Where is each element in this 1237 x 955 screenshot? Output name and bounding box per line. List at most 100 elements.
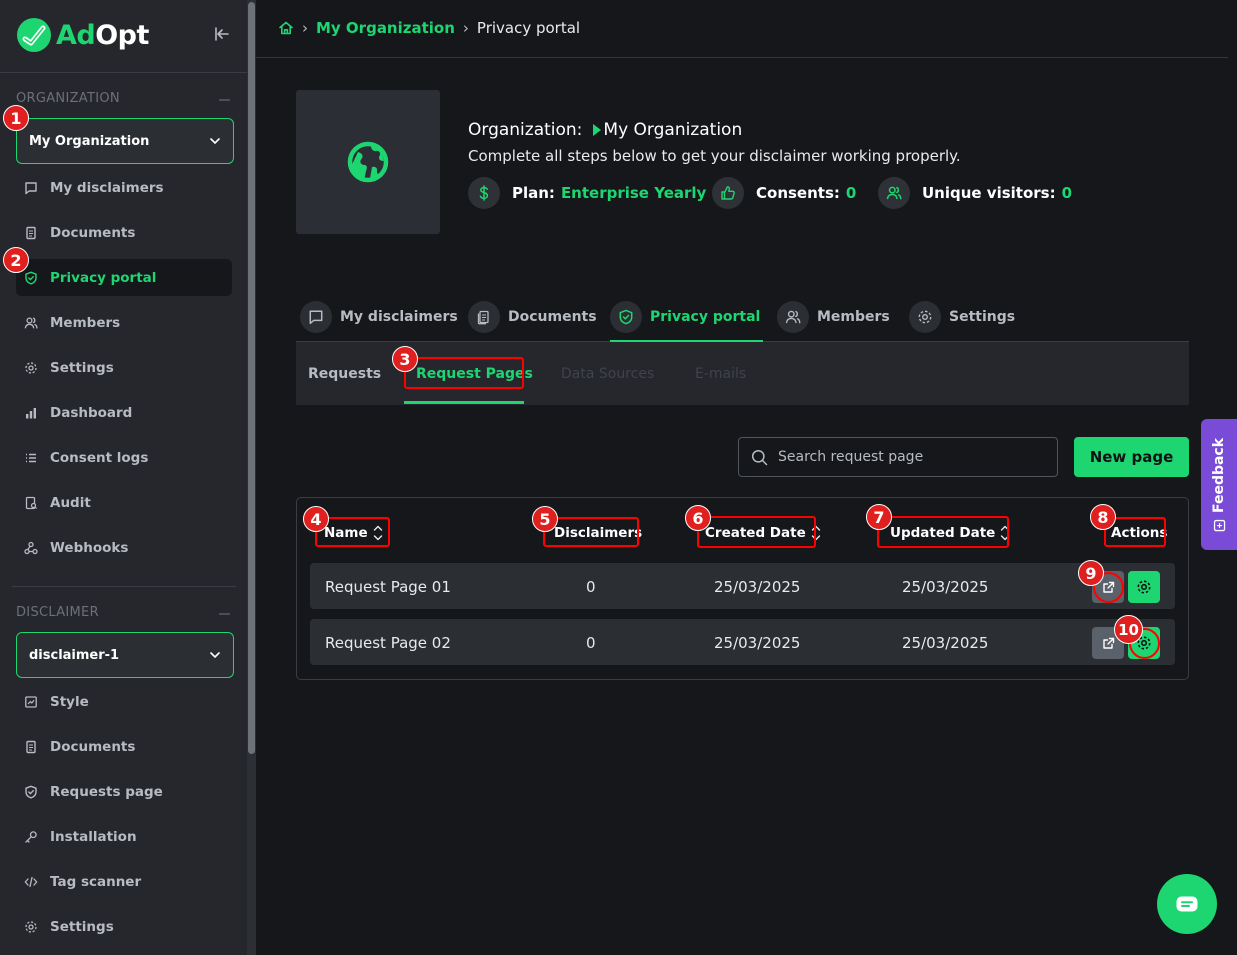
- disclaimer-select[interactable]: disclaimer-1: [16, 632, 234, 678]
- feedback-icon: [1213, 519, 1225, 531]
- sidebar-item-privacy-portal[interactable]: Privacy portal: [16, 259, 232, 296]
- row-disclaimers: 0: [586, 634, 596, 652]
- visitors-stat: Unique visitors: 0: [878, 177, 1072, 209]
- plan-value: Enterprise Yearly: [560, 184, 707, 202]
- adopt-logo-icon: [17, 18, 51, 52]
- sidebar-item-disclaimer-documents[interactable]: Documents: [16, 728, 232, 765]
- highlight-created-date-column: [697, 516, 816, 548]
- org-section-title: ORGANIZATION: [16, 91, 120, 106]
- thumbs-up-icon: [712, 177, 744, 209]
- marker-2: 2: [3, 247, 29, 273]
- globe-icon: [347, 141, 389, 183]
- search-input[interactable]: [778, 449, 1038, 465]
- breadcrumb-org-link[interactable]: My Organization: [316, 19, 455, 37]
- sidebar-item-documents[interactable]: Documents: [16, 214, 232, 251]
- sidebar-item-tag-scanner[interactable]: Tag scanner: [16, 863, 232, 900]
- subtab-requests[interactable]: Requests: [308, 342, 381, 405]
- chat-launcher-button[interactable]: [1157, 874, 1217, 934]
- gear-icon: [1137, 580, 1151, 594]
- sidebar-item-audit[interactable]: Audit: [16, 484, 232, 521]
- list-icon: [24, 451, 38, 465]
- page-settings-button[interactable]: [1128, 571, 1160, 603]
- visitors-value: 0: [1061, 184, 1073, 202]
- tab-my-disclaimers[interactable]: My disclaimers: [300, 292, 458, 342]
- org-avatar: [296, 90, 440, 234]
- org-section-collapse[interactable]: [219, 99, 230, 101]
- sidebar-item-consent-logs[interactable]: Consent logs: [16, 439, 232, 476]
- code-icon: [24, 875, 38, 889]
- tab-documents[interactable]: Documents: [468, 292, 597, 342]
- sidebar-item-my-disclaimers[interactable]: My disclaimers: [16, 169, 232, 206]
- shield-check-icon: [24, 271, 38, 285]
- org-name: My Organization: [603, 120, 743, 140]
- consents-stat: Consents: 0: [712, 177, 856, 209]
- plan-stat: Plan: Enterprise Yearly: [468, 177, 706, 209]
- main-tabs: My disclaimers Documents Privacy portal …: [296, 292, 1189, 343]
- sidebar-item-settings[interactable]: Settings: [16, 349, 232, 386]
- sidebar-item-dashboard[interactable]: Dashboard: [16, 394, 232, 431]
- gear-icon: [24, 361, 38, 375]
- gear-icon: [909, 301, 941, 333]
- document-icon: [24, 740, 38, 754]
- audit-icon: [24, 496, 38, 510]
- disclaimer-section-collapse[interactable]: [219, 613, 230, 615]
- bar-chart-icon: [24, 406, 38, 420]
- marker-7: 7: [866, 504, 892, 530]
- feedback-tab[interactable]: Feedback: [1201, 419, 1237, 550]
- sidebar-item-requests-page[interactable]: Requests page: [16, 773, 232, 810]
- sidebar-scrollbar[interactable]: [247, 0, 256, 955]
- external-link-icon: [1102, 637, 1114, 649]
- row-created-date: 25/03/2025: [714, 634, 801, 652]
- marker-9: 9: [1078, 560, 1104, 586]
- users-icon: [777, 301, 809, 333]
- sidebar-item-disclaimer-settings[interactable]: Settings: [16, 908, 232, 945]
- row-updated-date: 25/03/2025: [902, 578, 989, 596]
- caret-right-icon: [593, 124, 602, 136]
- tab-members[interactable]: Members: [777, 292, 890, 342]
- home-icon[interactable]: [278, 20, 294, 36]
- org-subtitle: Complete all steps below to get your dis…: [468, 147, 961, 165]
- documents-icon: [468, 301, 500, 333]
- row-name: Request Page 01: [325, 578, 451, 596]
- marker-6: 6: [685, 505, 711, 531]
- sidebar-item-style[interactable]: Style: [16, 683, 232, 720]
- org-title: Organization: My Organization: [468, 120, 742, 140]
- shield-check-icon: [24, 785, 38, 799]
- message-square-icon: [300, 301, 332, 333]
- tab-privacy-portal[interactable]: Privacy portal: [610, 292, 764, 343]
- marker-8: 8: [1090, 504, 1116, 530]
- chevron-down-icon: [210, 652, 220, 658]
- org-label: Organization:: [468, 120, 583, 140]
- row-created-date: 25/03/2025: [714, 578, 801, 596]
- breadcrumb-separator: ›: [462, 19, 469, 37]
- org-select-value: My Organization: [29, 133, 150, 149]
- highlight-request-pages: [404, 357, 524, 389]
- breadcrumb: › My Organization › Privacy portal: [278, 19, 580, 37]
- disclaimer-section-title: DISCLAIMER: [16, 605, 99, 620]
- marker-3: 3: [392, 346, 418, 372]
- row-disclaimers: 0: [586, 578, 596, 596]
- search-box[interactable]: [738, 437, 1058, 477]
- tab-settings[interactable]: Settings: [909, 292, 1015, 342]
- sidebar-item-members[interactable]: Members: [16, 304, 232, 341]
- sidebar-divider: [0, 72, 248, 73]
- style-icon: [24, 695, 38, 709]
- sidebar-item-installation[interactable]: Installation: [16, 818, 232, 855]
- highlight-updated-date-column: [877, 516, 1009, 548]
- consents-value: 0: [845, 184, 857, 202]
- key-icon: [24, 830, 38, 844]
- app-logo[interactable]: AdOpt: [16, 17, 149, 53]
- row-updated-date: 25/03/2025: [902, 634, 989, 652]
- marker-5: 5: [532, 506, 558, 532]
- sidebar-item-webhooks[interactable]: Webhooks: [16, 529, 232, 566]
- org-select[interactable]: My Organization: [16, 118, 234, 164]
- new-page-button[interactable]: New page: [1074, 437, 1189, 477]
- collapse-sidebar-icon[interactable]: [214, 26, 230, 42]
- active-subtab-indicator: [404, 401, 524, 404]
- document-icon: [24, 226, 38, 240]
- scrollbar-thumb[interactable]: [248, 2, 255, 754]
- breadcrumb-separator: ›: [302, 19, 308, 37]
- dollar-icon: [468, 177, 500, 209]
- users-icon: [878, 177, 910, 209]
- marker-10: 10: [1114, 615, 1143, 644]
